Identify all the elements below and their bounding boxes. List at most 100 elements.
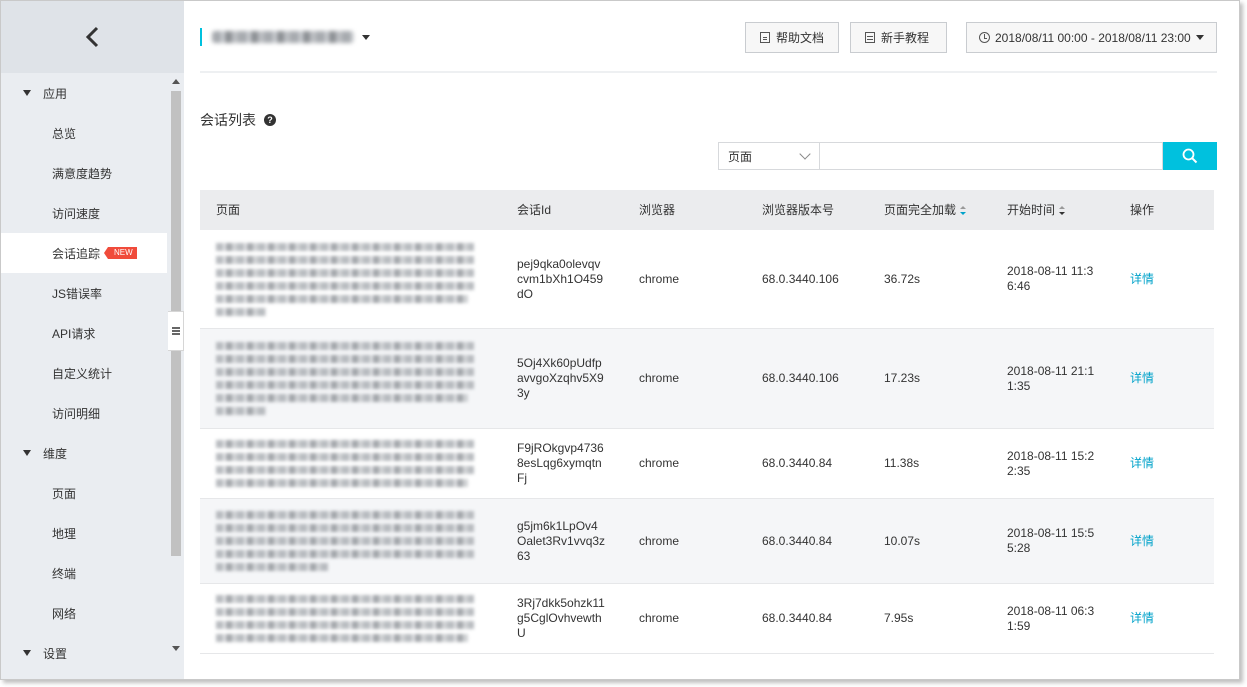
details-link[interactable]: 详情 <box>1130 534 1154 548</box>
sidebar: 应用 总览 满意度趋势 访问速度 会话追踪 NEW JS错误率 API请求 自定义统计 访问明细维… <box>1 1 184 679</box>
sidebar-group[interactable]: 设置 <box>1 633 167 673</box>
sidebar-item-label: 地理 <box>52 526 77 541</box>
date-range-picker[interactable]: 2018/08/11 00:00 - 2018/08/11 23:00 <box>966 22 1217 53</box>
table-header: 页面 会话Id 浏览器 浏览器版本号 页面完全加载 开始时间 操作 <box>200 190 1214 230</box>
sidebar-scrollbar[interactable] <box>168 73 184 679</box>
search-icon <box>1182 148 1198 164</box>
start-time-line: 2018-08-11 06:3 <box>1007 603 1095 618</box>
cell-browser: chrome <box>639 271 680 286</box>
sidebar-item[interactable]: 总览 <box>1 113 167 153</box>
cell-browser-version: 68.0.3440.84 <box>762 611 833 625</box>
start-time-line: 2018-08-11 21:1 <box>1007 363 1095 378</box>
session-id-line: 5Oj4Xk60pUdfp <box>517 356 602 370</box>
caret-down-icon <box>23 90 31 96</box>
sidebar-group-label: 应用 <box>43 86 68 101</box>
sidebar-item[interactable]: 网络 <box>1 593 167 633</box>
help-icon[interactable]: ? <box>264 114 276 126</box>
start-time-line: 2018-08-11 15:2 <box>1007 448 1095 463</box>
col-page-load[interactable]: 页面完全加载 <box>868 203 991 218</box>
sidebar-item[interactable]: 终端 <box>1 553 167 593</box>
caret-down-icon <box>1195 35 1204 40</box>
session-id-line: cvm1bXh1O459 <box>517 271 604 286</box>
redacted-line <box>216 355 474 363</box>
document-icon <box>760 32 770 43</box>
sidebar-item-label: 满意度趋势 <box>52 166 113 181</box>
sidebar-item[interactable]: 地理 <box>1 513 167 553</box>
redacted-line <box>216 608 474 616</box>
sort-icon[interactable] <box>960 205 967 215</box>
help-doc-button[interactable]: 帮助文档 <box>745 22 840 53</box>
cell-action: 详情 <box>1114 456 1214 471</box>
scroll-up-icon[interactable] <box>172 79 180 84</box>
sidebar-group-label: 维度 <box>43 446 68 461</box>
caret-down-icon <box>362 34 370 40</box>
sidebar-item-label: JS错误率 <box>52 286 103 301</box>
sidebar-item[interactable]: 页面 <box>1 473 167 513</box>
cell-start-time: 2018-08-11 06:3 1:59 <box>991 604 1114 634</box>
app-selector[interactable] <box>200 28 370 46</box>
start-time-line: 2:35 <box>1007 463 1031 478</box>
session-id-line: pej9qka0olevqv <box>517 256 601 271</box>
details-link[interactable]: 详情 <box>1130 611 1154 625</box>
details-link[interactable]: 详情 <box>1130 456 1154 470</box>
details-link[interactable]: 详情 <box>1130 272 1154 286</box>
search-scope-select[interactable]: 页面 <box>718 142 819 170</box>
search-scope-value: 页面 <box>728 149 753 164</box>
redacted-line <box>216 394 468 402</box>
cell-start-time: 2018-08-11 15:2 2:35 <box>991 449 1114 479</box>
sidebar-nav: 应用 总览 满意度趋势 访问速度 会话追踪 NEW JS错误率 API请求 自定义统计 访问明细维… <box>1 73 167 679</box>
redacted-line <box>216 524 474 532</box>
col-page: 页面 <box>216 202 241 217</box>
col-start-time[interactable]: 开始时间 <box>991 203 1114 218</box>
redacted-line <box>216 563 328 571</box>
cell-session-id: 3Rj7dkk5ohzk11 g5CglOvhvewth U <box>501 596 623 641</box>
search-button[interactable] <box>1163 142 1217 170</box>
cell-browser: chrome <box>639 456 680 470</box>
sidebar-item[interactable]: API请求 <box>1 313 167 353</box>
search-input[interactable] <box>819 142 1163 170</box>
sidebar-group[interactable]: 维度 <box>1 433 167 473</box>
sort-icon[interactable] <box>1059 205 1066 215</box>
section-title: 会话列表 ? <box>200 110 276 130</box>
details-link[interactable]: 详情 <box>1130 371 1154 385</box>
cell-page <box>200 342 501 415</box>
chevron-down-icon <box>799 148 811 160</box>
sidebar-item[interactable]: 访问速度 <box>1 193 167 233</box>
page-url-redacted <box>216 242 501 316</box>
session-id-line: 8esLqg6xymqtn <box>517 456 602 470</box>
redacted-line <box>216 453 474 461</box>
cell-session-id: pej9qka0olevqv cvm1bXh1O459 dO <box>501 257 623 302</box>
sidebar-item[interactable]: JS错误率 <box>1 273 167 313</box>
new-badge: NEW <box>104 247 137 259</box>
scroll-down-icon[interactable] <box>172 646 180 651</box>
cell-browser-version: 68.0.3440.106 <box>762 271 839 286</box>
redacted-line <box>216 440 474 448</box>
table-row: 3Rj7dkk5ohzk11 g5CglOvhvewth Uchrome 68.0.3… <box>200 584 1214 654</box>
session-id-line: 63 <box>517 548 531 563</box>
sidebar-collapse-handle[interactable] <box>168 311 184 351</box>
cell-browser: chrome <box>639 533 680 548</box>
redacted-line <box>216 511 474 519</box>
sidebar-item-label: 终端 <box>52 566 77 581</box>
sidebar-item[interactable]: 自定义统计 <box>1 353 167 393</box>
page-url-redacted <box>216 511 501 571</box>
session-id-line: dO <box>517 286 534 301</box>
sidebar-item[interactable]: 满意度趋势 <box>1 153 167 193</box>
cell-browser-version: 68.0.3440.84 <box>762 456 833 470</box>
cell-start-time: 2018-08-11 15:5 5:28 <box>991 526 1114 556</box>
sidebar-item-label: 网络 <box>52 606 77 621</box>
sidebar-item-label: 会话追踪 <box>52 246 101 261</box>
cell-browser-version: 68.0.3440.84 <box>762 533 833 548</box>
redacted-line <box>216 381 474 389</box>
cell-page-load: 17.23s <box>884 371 921 385</box>
top-bar: 帮助文档 新手教程 2018/08/11 00:00 - 2018/08/11 … <box>200 1 1217 73</box>
clock-icon <box>979 32 990 43</box>
back-button[interactable] <box>1 1 184 73</box>
page-url-redacted <box>216 440 501 487</box>
sidebar-group[interactable]: 应用 <box>1 73 167 113</box>
sidebar-item[interactable]: 会话追踪 NEW <box>1 233 167 273</box>
menu-icon <box>171 327 180 335</box>
tutorial-button[interactable]: 新手教程 <box>850 22 947 53</box>
col-browser-version: 浏览器版本号 <box>762 202 835 217</box>
sidebar-item[interactable]: 访问明细 <box>1 393 167 433</box>
